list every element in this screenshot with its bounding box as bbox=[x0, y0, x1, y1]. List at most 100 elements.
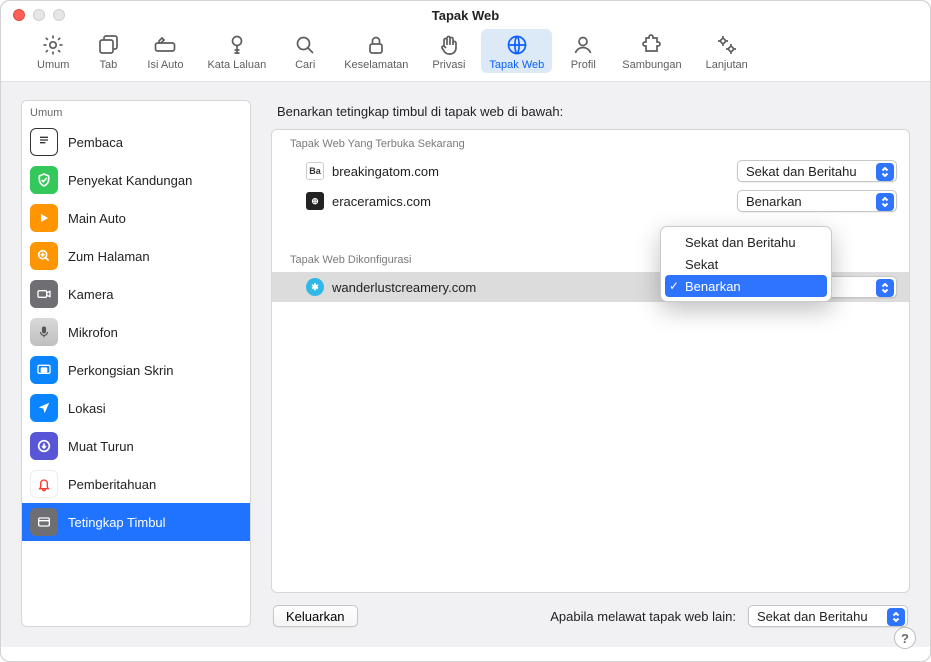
sidebar-item-page-zoom[interactable]: Zum Halaman bbox=[22, 237, 250, 275]
sidebar-item-camera[interactable]: Kamera bbox=[22, 275, 250, 313]
chevron-updown-icon bbox=[876, 193, 894, 211]
chevron-updown-icon bbox=[876, 163, 894, 181]
permission-popup-button[interactable]: Benarkan bbox=[737, 190, 897, 212]
sidebar-item-notifications[interactable]: Pemberitahuan bbox=[22, 465, 250, 503]
tab-label: Isi Auto bbox=[147, 59, 183, 71]
sidebar-item-label: Penyekat Kandungan bbox=[68, 173, 192, 188]
help-icon: ? bbox=[901, 631, 909, 646]
tab-label: Cari bbox=[295, 59, 315, 71]
site-favicon: ✱ bbox=[306, 278, 324, 296]
sidebar-item-label: Mikrofon bbox=[68, 325, 118, 340]
sidebar-list: Pembaca Penyekat Kandungan Main Auto Zum… bbox=[22, 123, 250, 626]
menu-option-label: Sekat bbox=[685, 257, 718, 272]
location-icon bbox=[30, 394, 58, 422]
site-favicon: Ba bbox=[306, 162, 324, 180]
titlebar: Tapak Web bbox=[1, 1, 930, 29]
sidebar-item-label: Lokasi bbox=[68, 401, 106, 416]
tab-search[interactable]: Cari bbox=[282, 29, 328, 73]
tab-privacy[interactable]: Privasi bbox=[424, 29, 473, 73]
chevron-updown-icon bbox=[876, 279, 894, 297]
sidebar-item-screen-sharing[interactable]: Perkongsian Skrin bbox=[22, 351, 250, 389]
tab-label: Umum bbox=[37, 59, 69, 71]
zoom-icon bbox=[30, 242, 58, 270]
group-header-open: Tapak Web Yang Terbuka Sekarang bbox=[272, 130, 909, 156]
bell-icon bbox=[30, 470, 58, 498]
tab-tabs[interactable]: Tab bbox=[85, 29, 131, 73]
help-button[interactable]: ? bbox=[894, 627, 916, 649]
website-row[interactable]: Ba breakingatom.com Sekat dan Beritahu bbox=[272, 156, 909, 186]
key-icon bbox=[225, 33, 249, 57]
close-window-button[interactable] bbox=[13, 9, 25, 21]
websites-list: Tapak Web Yang Terbuka Sekarang Ba break… bbox=[271, 129, 910, 593]
sidebar-item-label: Pembaca bbox=[68, 135, 123, 150]
microphone-icon bbox=[30, 318, 58, 346]
website-domain: breakingatom.com bbox=[332, 164, 737, 179]
permission-dropdown-menu: Sekat dan Beritahu Sekat ✓ Benarkan bbox=[660, 226, 832, 302]
gear-icon bbox=[41, 33, 65, 57]
website-domain: eraceramics.com bbox=[332, 194, 737, 209]
puzzle-icon bbox=[640, 33, 664, 57]
download-icon bbox=[30, 432, 58, 460]
tab-profiles[interactable]: Profil bbox=[560, 29, 606, 73]
checkmark-icon: ✓ bbox=[669, 279, 679, 293]
tab-passwords[interactable]: Kata Laluan bbox=[199, 29, 274, 73]
preferences-toolbar: Umum Tab Isi Auto Kata Laluan Cari Kesel… bbox=[1, 29, 930, 81]
permission-value: Benarkan bbox=[746, 194, 802, 209]
hand-icon bbox=[437, 33, 461, 57]
tab-general[interactable]: Umum bbox=[29, 29, 77, 73]
sidebar-item-label: Main Auto bbox=[68, 211, 126, 226]
sidebar-item-label: Kamera bbox=[68, 287, 114, 302]
sidebar-item-downloads[interactable]: Muat Turun bbox=[22, 427, 250, 465]
tab-websites[interactable]: Tapak Web bbox=[481, 29, 552, 73]
sidebar-item-autoplay[interactable]: Main Auto bbox=[22, 199, 250, 237]
permission-value: Sekat dan Beritahu bbox=[746, 164, 857, 179]
permission-popup-button[interactable]: Sekat dan Beritahu bbox=[737, 160, 897, 182]
sidebar-item-reader[interactable]: Pembaca bbox=[22, 123, 250, 161]
search-icon bbox=[293, 33, 317, 57]
default-permission-value: Sekat dan Beritahu bbox=[757, 609, 868, 624]
sidebar-section-header: Umum bbox=[22, 101, 250, 123]
tab-label: Tab bbox=[100, 59, 118, 71]
other-websites-label: Apabila melawat tapak web lain: bbox=[550, 609, 736, 624]
tab-security[interactable]: Keselamatan bbox=[336, 29, 416, 73]
remove-button[interactable]: Keluarkan bbox=[273, 605, 358, 627]
sidebar-item-location[interactable]: Lokasi bbox=[22, 389, 250, 427]
tab-label: Keselamatan bbox=[344, 59, 408, 71]
menu-option-block[interactable]: Sekat bbox=[665, 253, 827, 275]
sidebar-item-microphone[interactable]: Mikrofon bbox=[22, 313, 250, 351]
tab-extensions[interactable]: Sambungan bbox=[614, 29, 689, 73]
zoom-window-button[interactable] bbox=[53, 9, 65, 21]
gears-icon bbox=[715, 33, 739, 57]
camera-icon bbox=[30, 280, 58, 308]
lock-icon bbox=[364, 33, 388, 57]
tab-label: Kata Laluan bbox=[207, 59, 266, 71]
tab-advanced[interactable]: Lanjutan bbox=[698, 29, 756, 73]
sidebar-item-label: Zum Halaman bbox=[68, 249, 150, 264]
screen-share-icon bbox=[30, 356, 58, 384]
tab-label: Sambungan bbox=[622, 59, 681, 71]
sidebar-item-label: Muat Turun bbox=[68, 439, 134, 454]
menu-option-allow[interactable]: ✓ Benarkan bbox=[665, 275, 827, 297]
pencil-field-icon bbox=[153, 33, 177, 57]
tab-label: Privasi bbox=[432, 59, 465, 71]
tab-autofill[interactable]: Isi Auto bbox=[139, 29, 191, 73]
sidebar-item-popups[interactable]: Tetingkap Timbul bbox=[22, 503, 250, 541]
window-controls bbox=[13, 9, 65, 21]
globe-icon bbox=[505, 33, 529, 57]
sidebar-item-label: Tetingkap Timbul bbox=[68, 515, 166, 530]
popup-window-icon bbox=[30, 508, 58, 536]
website-row[interactable]: ⊕ eraceramics.com Benarkan bbox=[272, 186, 909, 216]
footer-bar: Keluarkan Apabila melawat tapak web lain… bbox=[271, 593, 910, 627]
tabs-icon bbox=[96, 33, 120, 57]
menu-option-block-notify[interactable]: Sekat dan Beritahu bbox=[665, 231, 827, 253]
default-permission-popup-button[interactable]: Sekat dan Beritahu bbox=[748, 605, 908, 627]
reader-icon bbox=[30, 128, 58, 156]
minimize-window-button[interactable] bbox=[33, 9, 45, 21]
sidebar: Umum Pembaca Penyekat Kandungan Main Aut… bbox=[21, 100, 251, 627]
site-favicon: ⊕ bbox=[306, 192, 324, 210]
sidebar-item-content-blockers[interactable]: Penyekat Kandungan bbox=[22, 161, 250, 199]
sidebar-item-label: Perkongsian Skrin bbox=[68, 363, 174, 378]
shield-check-icon bbox=[30, 166, 58, 194]
main-panel: Benarkan tetingkap timbul di tapak web d… bbox=[271, 100, 910, 627]
person-icon bbox=[571, 33, 595, 57]
